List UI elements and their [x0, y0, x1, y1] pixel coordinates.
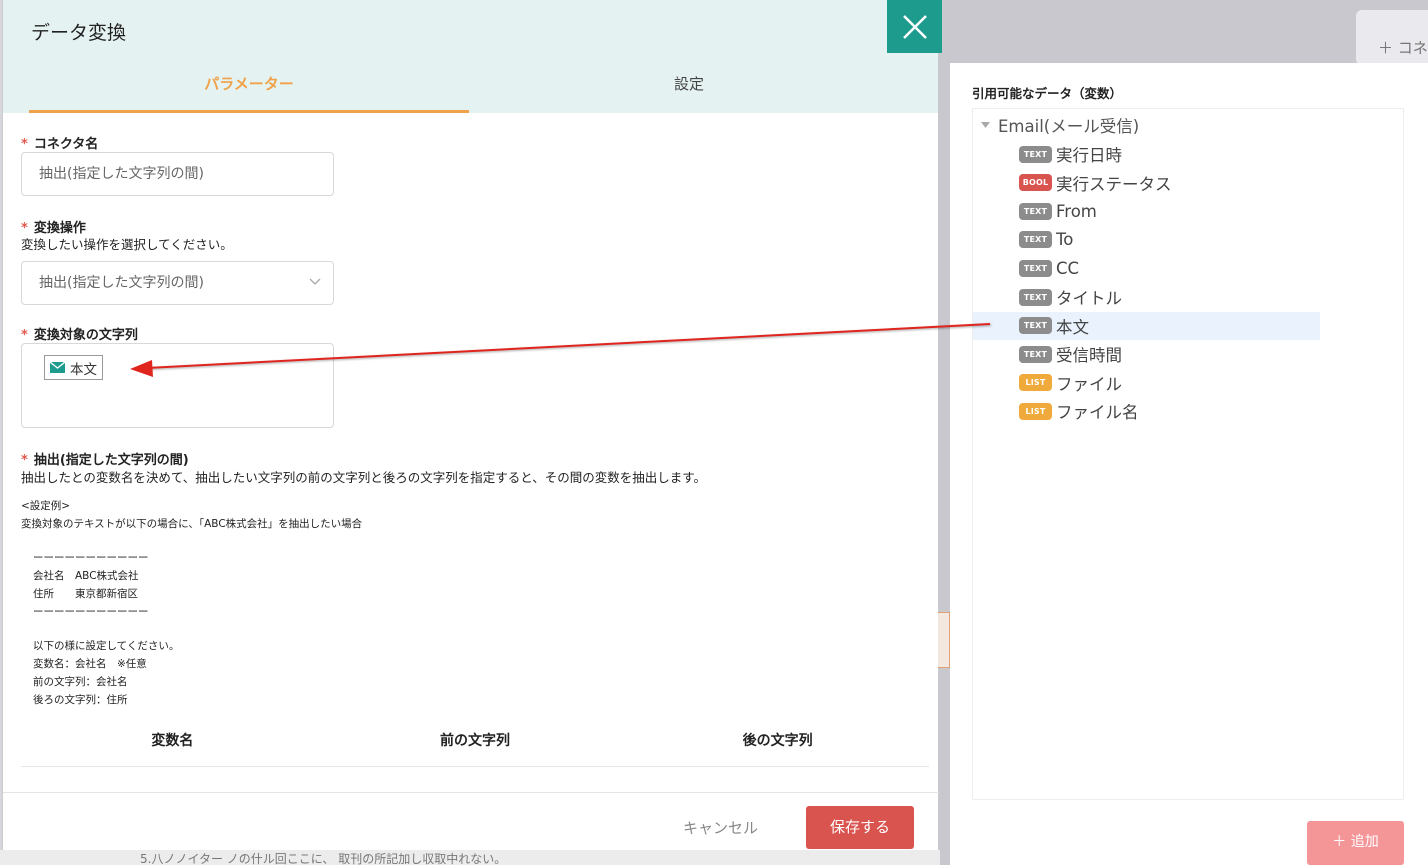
variable-item[interactable]: TEXT From — [973, 197, 1320, 225]
connector-name-input[interactable]: 抽出(指定した文字列の間) — [21, 152, 334, 196]
variable-item-label: 実行ステータス — [1056, 174, 1172, 194]
tab-parameters[interactable]: パラメーター — [29, 62, 469, 113]
column-header-after-string: 後の文字列 — [742, 733, 813, 749]
chevron-down-icon — [309, 278, 321, 285]
required-mark: * — [21, 137, 28, 152]
target-string-dropzone[interactable]: 本文 — [21, 343, 334, 428]
variable-item-label: To — [1056, 230, 1074, 250]
background-card-label: ＋ コネ — [1378, 39, 1428, 57]
operation-select-value: 抽出(指定した文字列の間) — [39, 275, 204, 291]
type-badge: LIST — [1019, 402, 1052, 420]
variable-chip-label: 本文 — [70, 361, 97, 378]
close-icon — [902, 14, 927, 39]
variable-item[interactable]: TEXT 受信時間 — [973, 340, 1320, 368]
type-badge: BOOL — [1019, 174, 1052, 192]
extract-label: * 抽出(指定した文字列の間) — [21, 453, 189, 468]
variable-item[interactable]: TEXT タイトル — [973, 283, 1320, 311]
variable-item-label: 本文 — [1056, 317, 1089, 337]
close-button[interactable] — [887, 0, 942, 53]
type-badge: TEXT — [1019, 202, 1052, 220]
modal-footer: キャンセル 保存する — [3, 792, 939, 850]
variable-item-label: 実行日時 — [1056, 146, 1122, 165]
modal-header: データ変換 パラメーター 設定 — [3, 0, 938, 113]
column-header-before-string: 前の文字列 — [440, 733, 510, 749]
background-strip-text: 5.八ノノイター ノの什ル回ここに、 取刊の所記加し収取中れない。 — [140, 852, 507, 865]
variable-chip-body[interactable]: 本文 — [44, 355, 103, 380]
variable-item[interactable]: LIST ファイル名 — [973, 397, 1320, 425]
type-badge: LIST — [1019, 374, 1052, 392]
extract-table-header: 変数名 前の文字列 後の文字列 — [21, 721, 929, 767]
variable-item-label: CC — [1056, 258, 1080, 278]
variable-item[interactable]: BOOL 実行ステータス — [973, 169, 1320, 197]
type-badge: TEXT — [1019, 145, 1052, 163]
column-header-variable-name: 変数名 — [151, 733, 194, 749]
variable-item[interactable]: TEXT CC — [973, 254, 1320, 282]
variable-item[interactable]: TEXT 本文 — [973, 311, 1320, 340]
save-button[interactable]: 保存する — [806, 806, 914, 849]
data-conversion-modal: データ変換 パラメーター 設定 * コネクタ名 抽出(指定した文字列の間) * 変換… — [2, 0, 942, 850]
tab-settings[interactable]: 設定 — [469, 62, 909, 113]
modal-body: * コネクタ名 抽出(指定した文字列の間) * 変換操作 変換したい操作を選択してく… — [3, 113, 939, 793]
example-intro: 変換対象のテキストが以下の場合に、「ABC株式会社」を抽出したい場合 — [21, 518, 363, 530]
variable-item[interactable]: TEXT 実行日時 — [973, 140, 1320, 168]
type-badge: TEXT — [1019, 259, 1052, 277]
type-badge: TEXT — [1019, 288, 1052, 306]
background-peek-element — [938, 612, 950, 668]
tree-root-label: Email(メール受信) — [998, 117, 1140, 136]
modal-title: データ変換 — [31, 22, 127, 44]
operation-help: 変換したい操作を選択してください。 — [21, 237, 233, 252]
type-badge: TEXT — [1019, 317, 1052, 335]
background-strip: 5.八ノノイター ノの什ル回ここに、 取刊の所記加し収取中れない。 — [0, 850, 940, 865]
variable-item[interactable]: LIST ファイル — [973, 369, 1320, 397]
variable-item-label: ファイル — [1056, 374, 1122, 394]
tree-root-email[interactable]: Email(メール受信) — [981, 113, 1139, 137]
type-badge: TEXT — [1019, 345, 1052, 363]
cancel-button[interactable]: キャンセル — [663, 807, 778, 849]
type-badge: TEXT — [1019, 231, 1052, 249]
operation-select[interactable]: 抽出(指定した文字列の間) — [21, 261, 334, 305]
modal-tabs: パラメーター 設定 — [29, 62, 909, 113]
caret-down-icon — [981, 122, 990, 128]
example-title: <設定例> — [21, 500, 71, 512]
variable-item-label: タイトル — [1056, 289, 1122, 308]
target-string-label: * 変換対象の文字列 — [21, 328, 138, 343]
required-mark: * — [21, 328, 28, 343]
required-mark: * — [21, 453, 28, 468]
variable-item-label: From — [1056, 201, 1097, 221]
variable-item-label: ファイル名 — [1056, 403, 1139, 423]
variable-item-label: 受信時間 — [1056, 346, 1122, 366]
variables-panel: 引用可能なデータ（変数） Email(メール受信) TEXT 実行日時 BOOL 実行… — [950, 63, 1428, 865]
connector-name-label: * コネクタ名 — [21, 137, 99, 152]
example-block: ーーーーーーーーーーー 会社名 ABC株式会社 住所 東京都新宿区 ーーーーーー… — [33, 552, 149, 618]
mail-icon — [50, 362, 65, 373]
variables-tree: Email(メール受信) TEXT 実行日時 BOOL 実行ステータス TEXT From… — [972, 108, 1404, 800]
extract-help: 抽出したとの変数名を決めて、抽出したい文字列の前の文字列と後ろの文字列を指定する… — [21, 470, 707, 485]
example-settings: 以下の様に設定してください。 変数名：会社名 ※任意 前の文字列：会社名 後ろの… — [33, 640, 180, 706]
variable-item[interactable]: TEXT To — [973, 226, 1320, 254]
add-button[interactable]: ＋ 追加 — [1307, 821, 1404, 865]
variables-panel-title: 引用可能なデータ（変数） — [972, 86, 1123, 101]
